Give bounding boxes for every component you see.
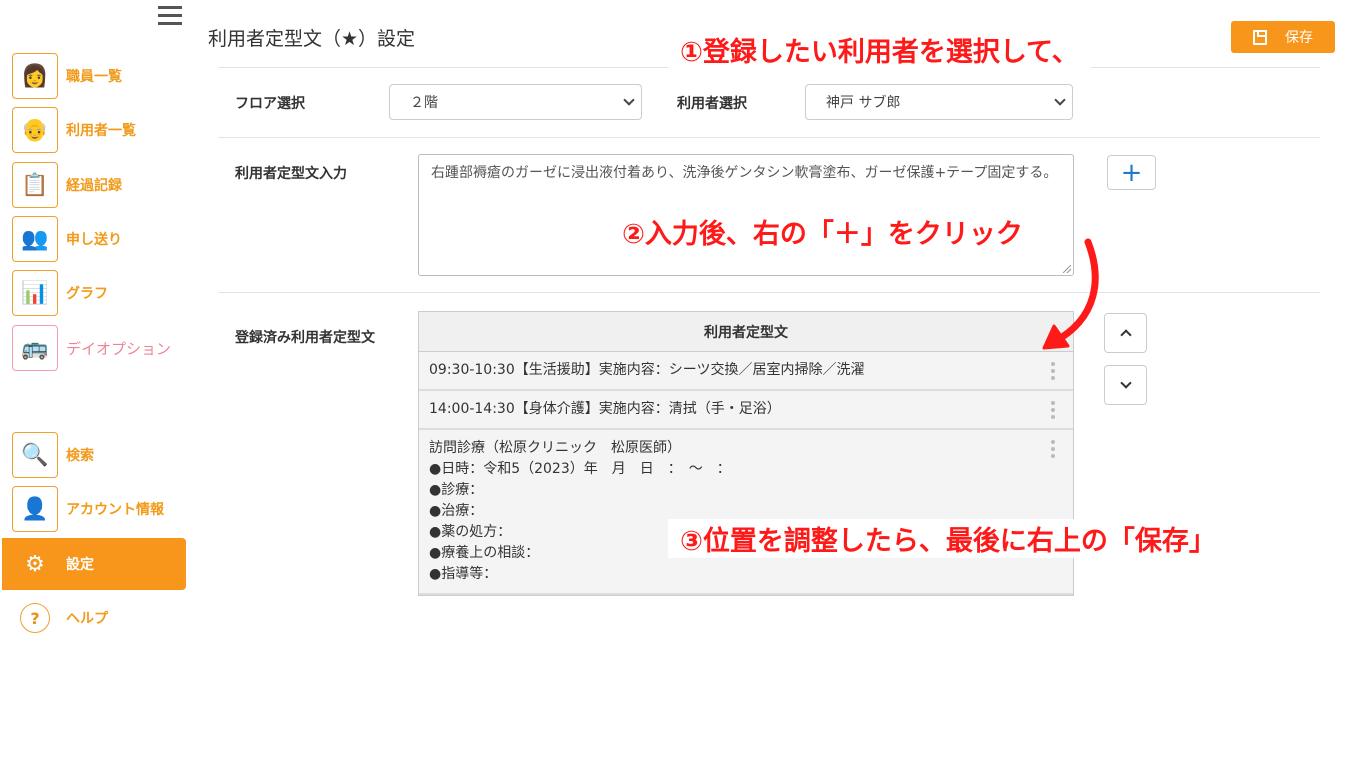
sidebar-item-progress-record[interactable]: 📋 経過記録	[2, 159, 186, 211]
sidebar-item-label: 検索	[66, 448, 94, 464]
search-icon: 🔍	[12, 432, 58, 478]
template-input-label: 利用者定型文入力	[235, 166, 347, 182]
user-select[interactable]: 神戸 サブ郎	[805, 84, 1073, 120]
table-row[interactable]: 訪問診療（松原クリニック 松原医師） ●日時：令和5（2023）年 月 日 ： …	[419, 430, 1073, 595]
chevron-down-icon	[623, 94, 635, 106]
chevron-up-icon	[1119, 329, 1132, 341]
sidebar-item-handover[interactable]: 👥 申し送り	[2, 213, 186, 265]
sidebar-item-settings[interactable]: ⚙ 設定	[2, 538, 186, 590]
sidebar-item-label: ヘルプ	[66, 611, 108, 627]
sidebar: 👩 職員一覧 👴 利用者一覧 📋 経過記録 👥 申し送り 📊 グラフ 🚌 デイオ…	[0, 0, 186, 768]
annotation-step1: ①登録したい利用者を選択して、	[668, 30, 1091, 69]
sidebar-item-label: 職員一覧	[66, 69, 122, 85]
sidebar-item-account[interactable]: 👤 アカウント情報	[2, 483, 186, 535]
sidebar-item-label: 利用者一覧	[66, 123, 136, 139]
user-label: 利用者選択	[677, 96, 747, 112]
account-icon: 👤	[12, 486, 58, 532]
bus-icon: 🚌	[12, 325, 58, 371]
chevron-down-icon	[1054, 94, 1066, 106]
floor-select-value: ２階	[410, 95, 438, 111]
staff-icon: 👩	[12, 53, 58, 99]
more-vertical-icon[interactable]	[1051, 401, 1055, 422]
page-title: 利用者定型文（★）設定	[208, 28, 416, 50]
handover-icon: 👥	[12, 216, 58, 262]
hamburger-menu-icon[interactable]	[158, 6, 182, 26]
chevron-down-icon	[1119, 377, 1132, 389]
save-icon	[1253, 29, 1267, 45]
clipboard-icon: 📋	[12, 162, 58, 208]
table-row-text: 14:00-14:30【身体介護】実施内容：清拭（手・足浴）	[429, 401, 781, 417]
move-down-button[interactable]	[1104, 365, 1147, 405]
save-button[interactable]: 保存	[1231, 21, 1335, 53]
save-button-label: 保存	[1285, 30, 1313, 46]
divider	[218, 292, 1320, 293]
sidebar-item-label: 設定	[66, 557, 94, 573]
gear-icon: ⚙	[12, 541, 58, 587]
sidebar-item-day-option[interactable]: 🚌 デイオプション	[2, 322, 186, 374]
sidebar-item-help[interactable]: ? ヘルプ	[2, 592, 186, 644]
divider	[218, 137, 1320, 138]
registered-templates-label: 登録済み利用者定型文	[235, 330, 375, 346]
plus-icon: +	[1120, 157, 1143, 188]
sidebar-item-user-list[interactable]: 👴 利用者一覧	[2, 104, 186, 156]
sidebar-item-label: アカウント情報	[66, 502, 164, 518]
sidebar-item-label: グラフ	[66, 286, 108, 302]
annotation-step3: ③位置を調整したら、最後に右上の「保存」	[668, 519, 1228, 558]
move-up-button[interactable]	[1104, 313, 1147, 353]
table-row-text: ●日時：令和5（2023）年 月 日 ： ～ ：	[429, 461, 731, 477]
table-row-text: ●指導等：	[429, 566, 498, 582]
sidebar-item-staff-list[interactable]: 👩 職員一覧	[2, 50, 186, 102]
template-textarea-value: 右踵部褥瘡のガーゼに浸出液付着あり、洗浄後ゲンタシン軟膏塗布、ガーゼ保護+テープ…	[431, 165, 1058, 181]
table-row-text: 訪問診療（松原クリニック 松原医師）	[429, 440, 681, 456]
table-row-text: ●診療：	[429, 482, 484, 498]
sidebar-item-search[interactable]: 🔍 検索	[2, 429, 186, 481]
sidebar-item-label: 申し送り	[66, 232, 122, 248]
annotation-step2: ②入力後、右の「＋」をクリック	[610, 212, 1035, 251]
add-template-button[interactable]: +	[1107, 155, 1156, 190]
table-row-text: 09:30-10:30【生活援助】実施内容：シーツ交換／居室内掃除／洗濯	[429, 362, 865, 378]
sidebar-item-graph[interactable]: 📊 グラフ	[2, 267, 186, 319]
table-header: 利用者定型文	[419, 312, 1073, 352]
floor-select[interactable]: ２階	[389, 84, 642, 120]
table-row[interactable]: 09:30-10:30【生活援助】実施内容：シーツ交換／居室内掃除／洗濯	[419, 352, 1073, 391]
user-icon: 👴	[12, 107, 58, 153]
sidebar-item-label: デイオプション	[66, 339, 172, 358]
more-vertical-icon[interactable]	[1051, 440, 1055, 461]
sidebar-item-label: 経過記録	[66, 178, 122, 194]
help-icon: ?	[20, 603, 50, 633]
graph-icon: 📊	[12, 270, 58, 316]
floor-label: フロア選択	[235, 96, 305, 112]
user-select-value: 神戸 サブ郎	[826, 95, 901, 111]
table-row[interactable]: 14:00-14:30【身体介護】実施内容：清拭（手・足浴）	[419, 391, 1073, 430]
red-curved-arrow-icon	[1042, 238, 1099, 350]
more-vertical-icon[interactable]	[1051, 362, 1055, 383]
